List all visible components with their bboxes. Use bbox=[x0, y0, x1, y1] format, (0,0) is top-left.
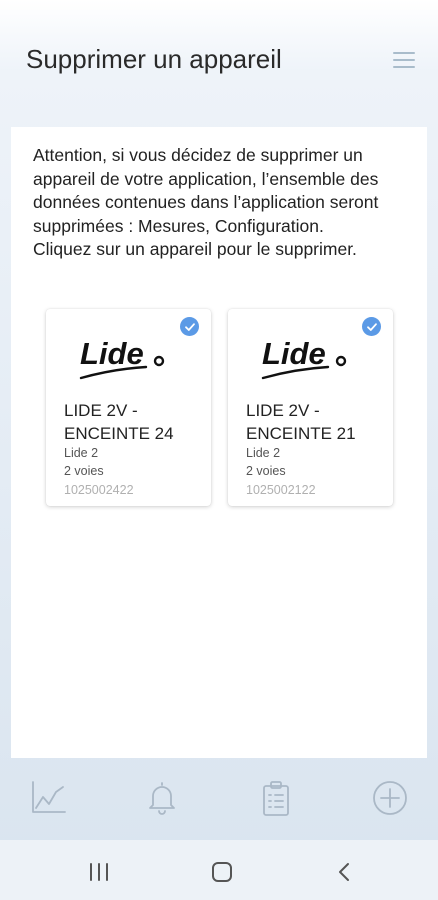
warning-text-block: Attention, si vous décidez de supprimer … bbox=[33, 144, 413, 262]
lide-logo: Lide bbox=[261, 336, 347, 380]
device-card[interactable]: Lide LIDE 2V - ENCEINTE 24 Lide 2 2 voie… bbox=[46, 309, 211, 506]
page-title: Supprimer un appareil bbox=[26, 44, 282, 74]
device-channels: 2 voies bbox=[246, 464, 286, 478]
recent-apps-icon[interactable] bbox=[84, 860, 114, 884]
bottom-tab-bar bbox=[0, 760, 438, 838]
device-model: Lide 2 bbox=[246, 446, 281, 460]
add-circle-icon[interactable] bbox=[370, 778, 410, 818]
hamburger-menu-icon[interactable] bbox=[393, 52, 415, 68]
home-icon[interactable] bbox=[207, 860, 237, 884]
warning-message: Attention, si vous décidez de supprimer … bbox=[33, 145, 379, 236]
device-card[interactable]: Lide LIDE 2V - ENCEINTE 21 Lide 2 2 voie… bbox=[228, 309, 393, 506]
bell-icon[interactable] bbox=[142, 778, 182, 818]
device-model: Lide 2 bbox=[64, 446, 99, 460]
instruction-message: Cliquez sur un appareil pour le supprime… bbox=[33, 239, 357, 259]
device-serial: 1025002422 bbox=[64, 483, 134, 497]
chart-icon[interactable] bbox=[29, 778, 69, 818]
app-header: Supprimer un appareil bbox=[0, 0, 438, 125]
device-serial: 1025002122 bbox=[246, 483, 316, 497]
clipboard-icon[interactable] bbox=[256, 778, 296, 818]
device-name: LIDE 2V - ENCEINTE 21 bbox=[246, 401, 356, 443]
check-icon bbox=[362, 317, 381, 336]
logo-text: Lide bbox=[262, 336, 326, 371]
lide-logo: Lide bbox=[79, 336, 165, 380]
check-icon bbox=[180, 317, 199, 336]
back-icon[interactable] bbox=[330, 860, 360, 884]
logo-text: Lide bbox=[80, 336, 144, 371]
device-channels: 2 voies bbox=[64, 464, 104, 478]
device-name: LIDE 2V - ENCEINTE 24 bbox=[64, 401, 174, 443]
